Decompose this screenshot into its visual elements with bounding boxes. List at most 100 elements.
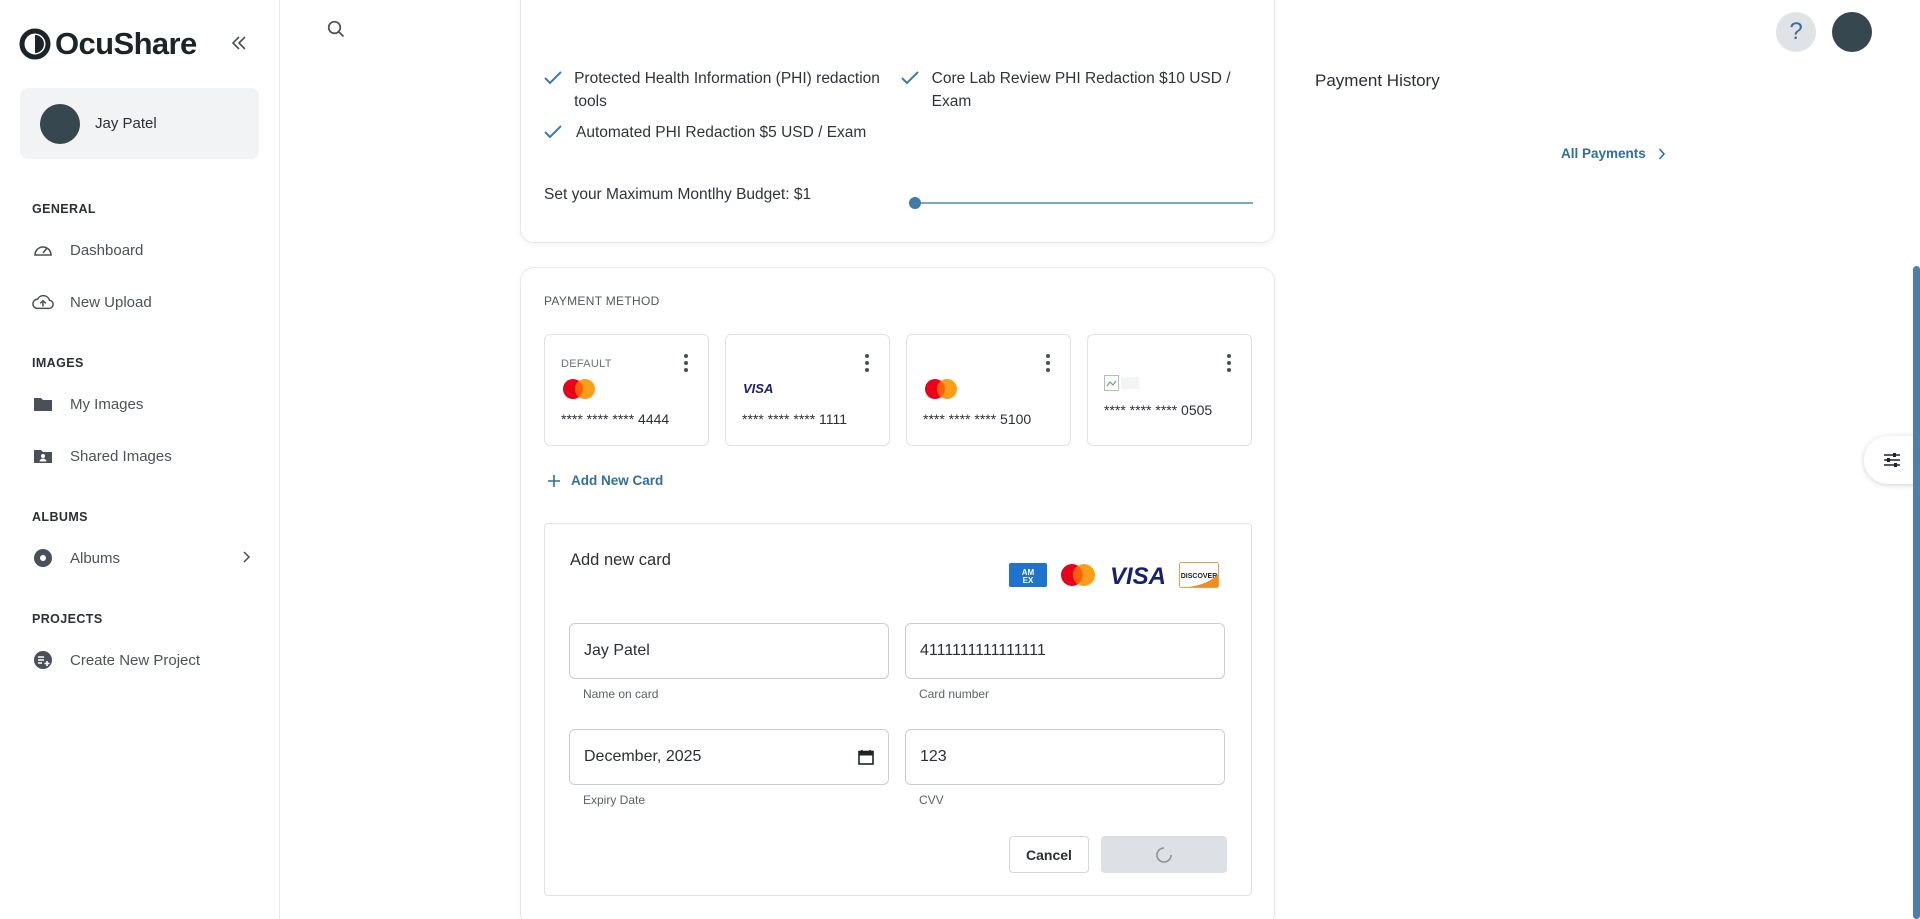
cloud-upload-icon (32, 291, 54, 313)
name-on-card-field[interactable]: Jay Patel (569, 623, 889, 679)
card-number: **** **** **** 0505 (1104, 402, 1213, 418)
cvv-hint: CVV (919, 793, 944, 807)
sidebar: OcuShare Jay Patel GENERAL Dashboard New… (0, 0, 280, 919)
default-badge: DEFAULT (561, 358, 612, 370)
cvv-value: 123 (920, 748, 947, 765)
sidebar-item-create-new-project[interactable]: Create New Project (32, 645, 252, 675)
app-logo[interactable]: OcuShare (19, 26, 197, 62)
sidebar-item-albums[interactable]: Albums (32, 543, 252, 573)
section-general: GENERAL (32, 202, 96, 216)
saved-card[interactable]: **** **** **** 0505 (1087, 334, 1252, 446)
feature-text: Core Lab Review PHI Redaction $10 USD / … (931, 70, 1231, 110)
all-payments-link[interactable]: All Payments (1561, 146, 1666, 161)
shared-folder-icon (32, 445, 54, 467)
saved-card[interactable]: DEFAULT **** **** **** 4444 (544, 334, 709, 446)
visa-icon: VISA (743, 381, 773, 395)
feature-item: Core Lab Review PHI Redaction $10 USD / … (901, 67, 1251, 113)
filter-settings-button[interactable] (1864, 436, 1920, 484)
all-payments-label: All Payments (1561, 146, 1646, 161)
card-menu-button[interactable] (1221, 353, 1237, 373)
section-images: IMAGES (32, 356, 84, 370)
budget-label: Set your Maximum Montlhy Budget: $1 (544, 186, 812, 203)
section-projects: PROJECTS (32, 612, 103, 626)
card-number-value: 4111111111111111 (920, 642, 1046, 659)
feature-item: Automated PHI Redaction $5 USD / Exam (544, 121, 884, 146)
double-chevron-left-icon (231, 36, 246, 50)
feature-item: Protected Health Information (PHI) redac… (544, 67, 884, 113)
avatar (40, 103, 80, 144)
expiry-date-value: December, 2025 (584, 748, 702, 765)
payment-method-card: PAYMENT METHOD DEFAULT **** **** **** 44… (520, 267, 1275, 919)
user-card[interactable]: Jay Patel (20, 88, 259, 159)
expiry-date-field[interactable]: December, 2025 (569, 729, 889, 785)
section-albums: ALBUMS (32, 510, 88, 524)
card-number: **** **** **** 4444 (561, 411, 670, 427)
expiry-date-hint: Expiry Date (583, 793, 646, 807)
sidebar-item-label: Create New Project (70, 651, 201, 669)
check-icon (901, 67, 920, 113)
sidebar-item-new-upload[interactable]: New Upload (32, 287, 252, 317)
search-icon (327, 20, 345, 38)
avatar[interactable] (1832, 12, 1872, 52)
saved-card[interactable]: **** **** **** 5100 (906, 334, 1071, 446)
save-card-button[interactable] (1101, 836, 1227, 873)
svg-text:VISA: VISA (743, 381, 773, 395)
card-menu-button[interactable] (859, 353, 875, 373)
check-icon (544, 67, 562, 113)
mastercard-icon (925, 379, 957, 399)
cvv-field[interactable]: 123 (905, 729, 1225, 785)
add-new-card-button[interactable]: Add New Card (547, 473, 663, 488)
collapse-sidebar-button[interactable] (226, 30, 252, 56)
loading-spinner-icon (1156, 846, 1172, 863)
payment-history-title: Payment History (1315, 71, 1440, 90)
svg-text:EX: EX (1023, 576, 1034, 585)
gauge-icon (32, 239, 54, 261)
card-number-hint: Card number (919, 687, 990, 701)
add-new-card-label: Add New Card (571, 473, 664, 488)
broken-image-icon (1104, 375, 1139, 391)
calendar-icon[interactable] (858, 749, 874, 765)
svg-text:VISA: VISA (1110, 563, 1166, 587)
sidebar-item-shared-images[interactable]: Shared Images (32, 441, 252, 471)
check-icon (544, 121, 564, 146)
slider-thumb[interactable] (909, 197, 921, 209)
cancel-button[interactable]: Cancel (1009, 836, 1089, 873)
sidebar-item-label: My Images (70, 395, 144, 413)
card-number: **** **** **** 1111 (742, 411, 848, 427)
app-name: OcuShare (55, 26, 197, 61)
card-number: **** **** **** 5100 (923, 411, 1032, 427)
help-button[interactable]: ? (1776, 12, 1816, 52)
mastercard-icon (1061, 564, 1095, 586)
chevron-right-icon (1658, 147, 1665, 160)
sidebar-item-dashboard[interactable]: Dashboard (32, 235, 252, 265)
amex-icon: AMEX (1009, 563, 1047, 587)
feature-text: Automated PHI Redaction $5 USD / Exam (576, 124, 867, 141)
ocushare-logo-icon (19, 28, 51, 60)
sidebar-item-label: New Upload (70, 293, 152, 311)
budget-slider[interactable] (909, 197, 1253, 209)
chevron-right-icon (243, 551, 251, 563)
card-number-field[interactable]: 4111111111111111 (905, 623, 1225, 679)
sliders-icon (1884, 453, 1900, 467)
saved-card[interactable]: VISA **** **** **** 1111 (725, 334, 890, 446)
top-bar (281, 0, 1920, 64)
sidebar-item-label: Albums (70, 549, 121, 567)
payment-method-title: PAYMENT METHOD (544, 294, 660, 308)
card-menu-button[interactable] (1040, 353, 1056, 373)
sidebar-item-label: Dashboard (70, 241, 144, 259)
plus-icon (548, 474, 560, 487)
sidebar-item-label: Shared Images (70, 447, 172, 465)
folder-icon (32, 393, 54, 415)
user-name: Jay Patel (95, 115, 157, 132)
search-button[interactable] (327, 20, 345, 43)
svg-text:DISCOVER: DISCOVER (1181, 573, 1218, 580)
name-on-card-hint: Name on card (583, 687, 659, 701)
accepted-brands: AM EX VISA DISCOVER (1009, 562, 1219, 588)
mastercard-icon (563, 379, 595, 399)
add-project-icon (32, 649, 54, 671)
sidebar-item-my-images[interactable]: My Images (32, 389, 252, 419)
album-icon (32, 547, 54, 569)
scrollbar-thumb[interactable] (1913, 266, 1920, 919)
card-menu-button[interactable] (678, 353, 694, 373)
add-new-card-form: Add new card AM EX VISA DISCOVER Jay Pate… (544, 523, 1252, 896)
